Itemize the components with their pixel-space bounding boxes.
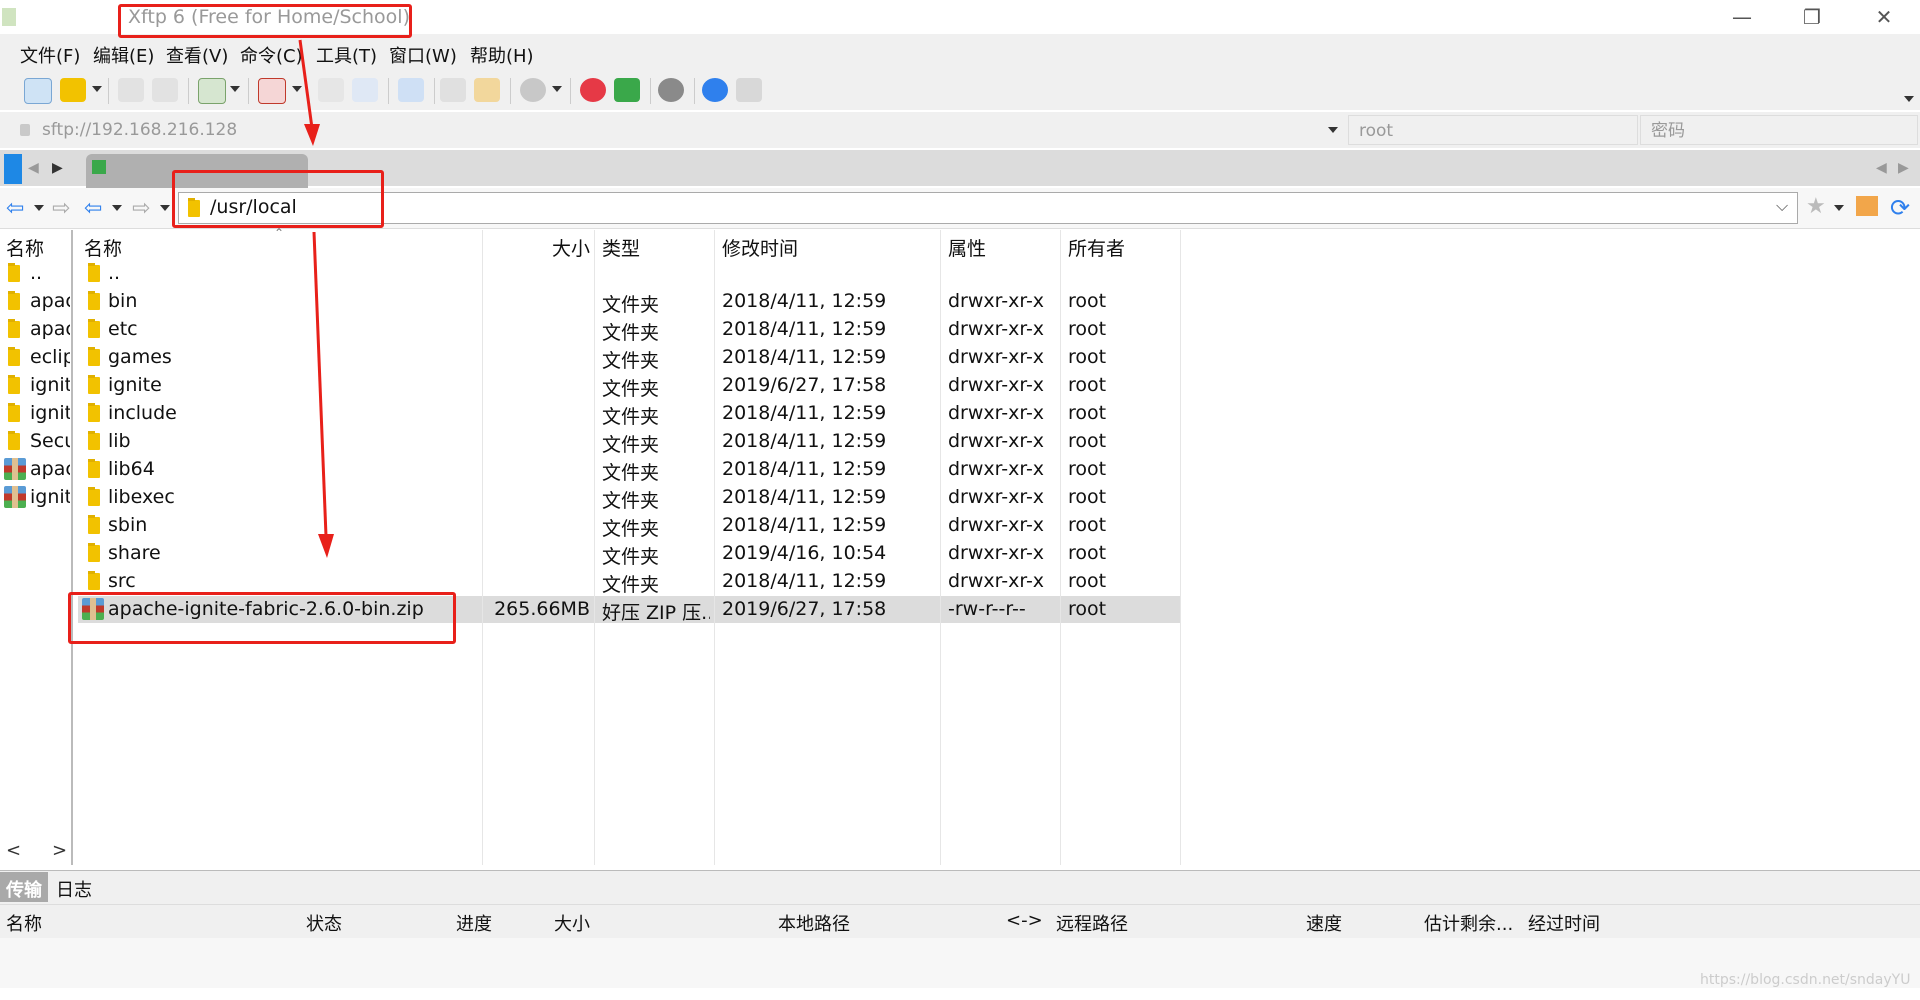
annotation-arrowhead — [318, 534, 334, 558]
annotation-arrow-line — [298, 39, 314, 129]
annotation-arrowhead — [304, 124, 320, 146]
annotation-arrows — [298, 39, 334, 558]
annotation-arrow-line — [312, 231, 328, 537]
